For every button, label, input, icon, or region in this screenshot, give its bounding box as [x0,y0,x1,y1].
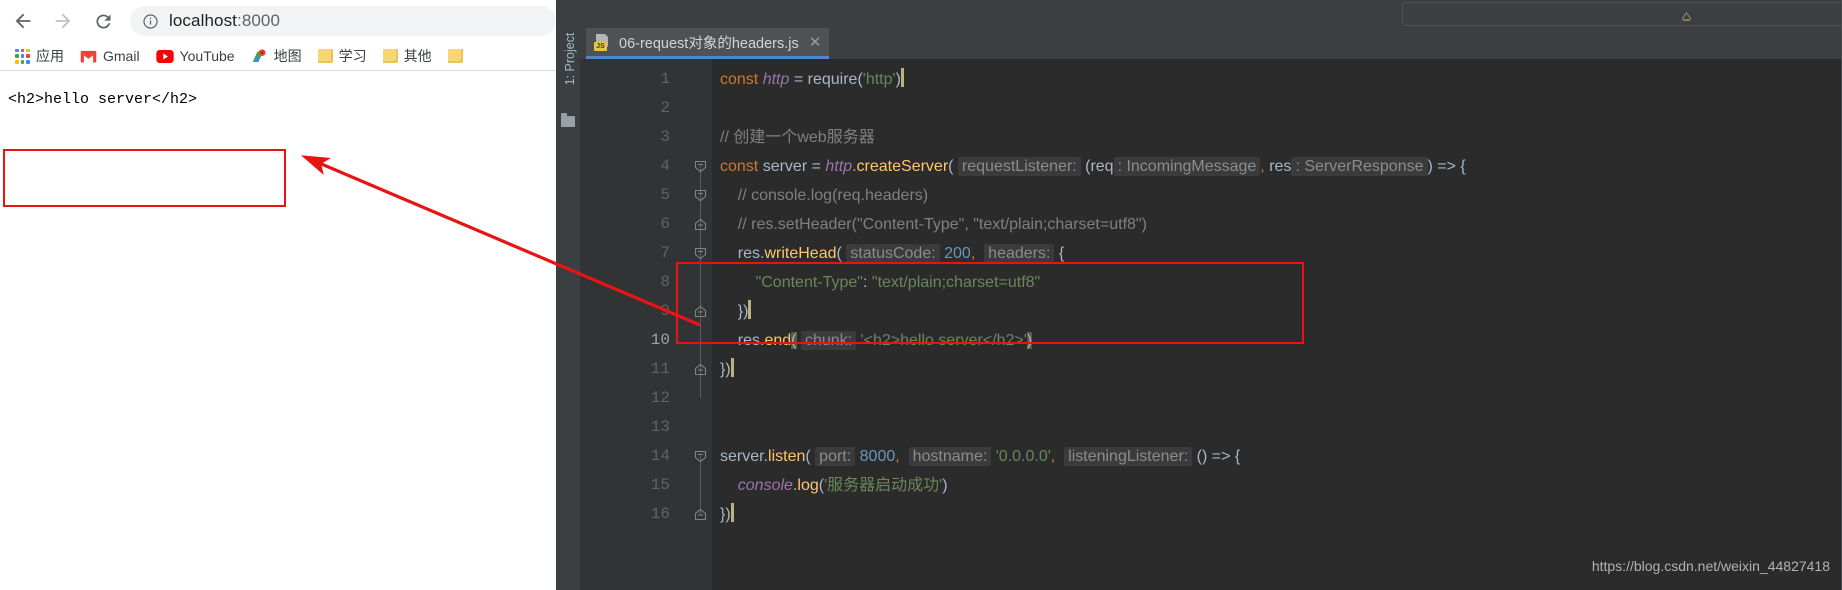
address-bar[interactable]: localhost:8000 [130,6,556,36]
search-caret-icon [1681,8,1692,21]
line-number: 10 [650,331,670,349]
bookmark-youtube[interactable]: YouTube [149,44,242,68]
line-number: 4 [660,157,670,175]
bookmark-folder-extra[interactable] [441,44,470,68]
code-line[interactable]: server.listen( port: 8000, hostname: '0.… [720,442,1240,471]
bookmark-folder-other[interactable]: 其他 [376,44,439,68]
tool-window-bar-left: 1: Project [556,28,580,590]
line-number: 16 [650,505,670,523]
fold-collapse-icon[interactable] [694,152,708,181]
bookmark-label: YouTube [179,48,235,64]
code-editor[interactable]: 1 2 3 4 5 6 7 8 9 10 11 12 13 14 15 16 const http = req… [580,59,1842,590]
code-line[interactable]: console.log('服务器启动成功') [720,471,948,500]
line-number: 3 [660,128,670,146]
code-line[interactable]: }) [720,355,734,384]
code-folding-strip[interactable] [690,59,712,590]
line-number: 11 [650,360,670,378]
code-line[interactable]: const http = require('http') [720,65,904,94]
google-maps-icon [252,49,266,62]
js-file-icon: JS [594,33,611,51]
ide-search-field[interactable] [1402,2,1842,26]
folder-icon [382,49,398,63]
fold-collapse-icon[interactable] [694,181,708,210]
code-text-area[interactable]: const http = require('http') // 创建一个web服务… [712,59,1842,590]
bookmark-label: 地图 [273,48,302,64]
ide-top-strip [556,0,1842,29]
arrow-left-icon [15,13,31,29]
reload-icon [95,14,110,29]
code-line[interactable]: // console.log(req.headers) [720,181,928,210]
address-bar-text: localhost:8000 [169,11,280,31]
bookmark-gmail[interactable]: Gmail [73,44,147,68]
project-tool-window-button[interactable]: 1: Project [563,19,577,99]
line-number: 2 [660,99,670,117]
code-line[interactable]: // 创建一个web服务器 [720,123,875,152]
code-line[interactable]: }) [720,297,752,326]
browser-toolbar: localhost:8000 [0,0,556,42]
bookmark-label: Gmail [103,48,140,64]
forward-button[interactable] [46,4,80,38]
fold-collapse-icon[interactable] [694,239,708,268]
bookmark-label: 其他 [403,48,432,64]
line-number: 6 [660,215,670,233]
page-output-highlight-box [3,149,286,207]
gmail-icon [80,50,97,63]
apps-grid-icon [15,48,30,64]
folder-icon [317,49,333,63]
line-number: 5 [660,186,670,204]
fold-end-icon[interactable] [694,297,708,326]
code-line[interactable]: res.end( chunk: '<h2>hello server</h2>') [720,326,1033,355]
line-number-gutter: 1 2 3 4 5 6 7 8 9 10 11 12 13 14 15 16 [580,59,690,590]
code-line[interactable]: const server = http.createServer( reques… [720,152,1466,181]
line-number: 8 [660,273,670,291]
code-line[interactable]: res.writeHead( statusCode: 200, headers:… [720,239,1064,268]
page-output-text: <h2>hello server</h2> [8,91,198,108]
editor-tab-label: 06-request对象的headers.js [619,35,799,52]
line-number: 13 [650,418,670,436]
folder-icon [447,49,463,63]
editor-tab-bar: JS 06-request对象的headers.js ✕ [580,28,1842,59]
back-button[interactable] [6,4,40,38]
bookmark-folder-study[interactable]: 学习 [311,44,374,68]
page-content: <h2>hello server</h2> [0,71,556,590]
js-badge-label: JS [594,41,607,51]
browser-window: localhost:8000 应用 Gmail YouTube 地图 学习 其他… [0,0,556,590]
watermark-text: https://blog.csdn.net/weixin_44827418 [1591,558,1830,574]
bookmark-label: 应用 [36,48,64,64]
fold-end-icon[interactable] [694,500,708,529]
code-line[interactable]: // res.setHeader("Content-Type", "text/p… [720,210,1147,239]
info-circle-icon[interactable] [142,13,159,30]
code-line[interactable]: "Content-Type": "text/plain;charset=utf8… [720,268,1041,297]
fold-end-icon[interactable] [694,210,708,239]
line-number: 15 [650,476,670,494]
line-number: 9 [660,302,670,320]
close-icon[interactable]: ✕ [809,35,822,50]
address-port: :8000 [237,11,281,30]
editor-tab-headers-js[interactable]: JS 06-request对象的headers.js ✕ [586,28,830,56]
youtube-icon [155,49,174,63]
bookmark-label: 学习 [338,48,367,64]
fold-collapse-icon[interactable] [694,442,708,471]
line-number: 7 [660,244,670,262]
line-number: 14 [650,447,670,465]
arrow-right-icon [55,13,71,29]
address-host: localhost [169,11,237,30]
bookmark-apps[interactable]: 应用 [8,44,71,68]
bookmarks-bar: 应用 Gmail YouTube 地图 学习 其他 [0,42,556,71]
reload-button[interactable] [86,4,120,38]
line-number: 1 [660,70,670,88]
ide-window: 1: Project JS 06-request对象的headers.js ✕ … [556,0,1842,590]
fold-end-icon[interactable] [694,355,708,384]
folder-icon[interactable] [561,113,575,127]
line-number: 12 [650,389,670,407]
code-line[interactable]: }) [720,500,734,529]
bookmark-maps[interactable]: 地图 [244,44,309,68]
